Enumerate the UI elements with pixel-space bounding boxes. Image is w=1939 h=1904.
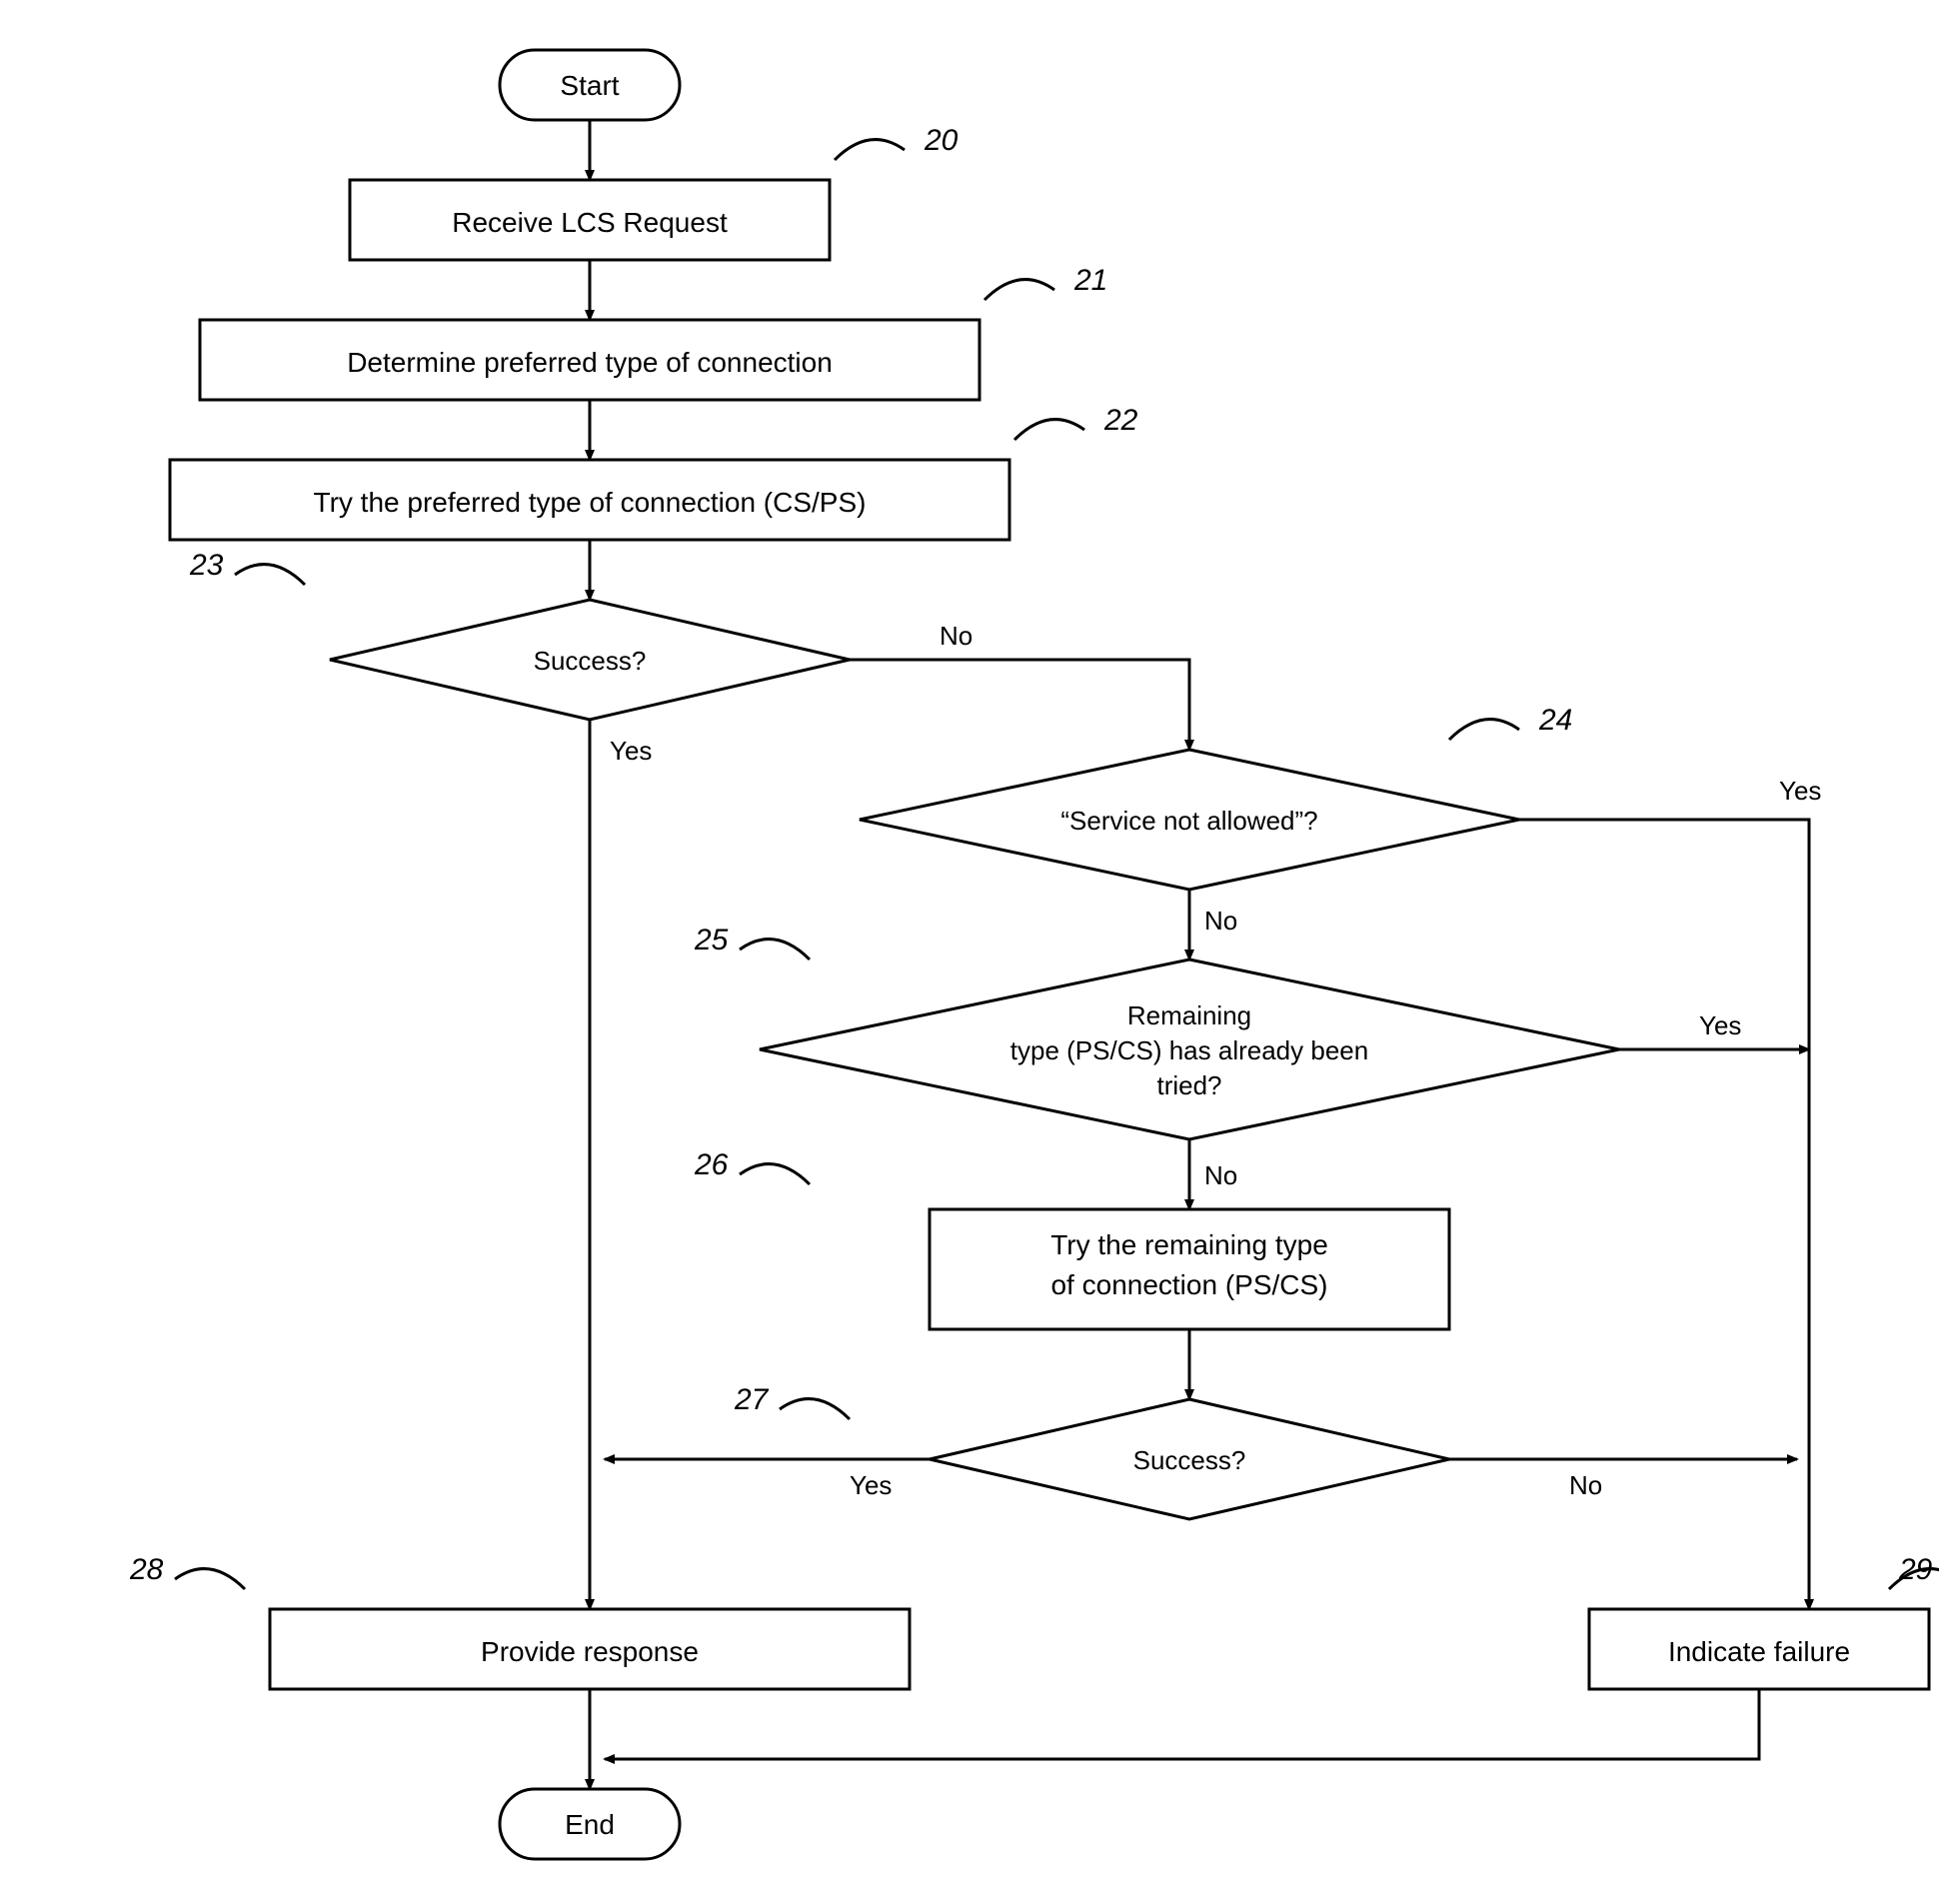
step-22-label: Try the preferred type of connection (CS…: [314, 487, 867, 518]
step-29-label: Indicate failure: [1668, 1636, 1850, 1667]
decision-25-label-l1: Remaining: [1127, 1000, 1251, 1030]
edge-25-no-label: No: [1204, 1160, 1237, 1190]
decision-23-label: Success?: [534, 646, 647, 676]
terminal-end-label: End: [565, 1809, 615, 1840]
ref-curve-20: [835, 140, 905, 160]
decision-25-label-l2: type (PS/CS) has already been: [1010, 1035, 1368, 1065]
ref-curve-28: [175, 1569, 245, 1589]
ref-curve-23: [235, 565, 305, 585]
ref-28: 28: [129, 1553, 164, 1586]
ref-curve-26: [740, 1164, 810, 1184]
edge-23-no-label: No: [940, 621, 972, 651]
step-28-label: Provide response: [481, 1636, 699, 1667]
ref-curve-25: [740, 940, 810, 959]
ref-20: 20: [924, 124, 959, 157]
edge-23-yes-label: Yes: [610, 736, 652, 766]
terminal-start-label: Start: [560, 70, 619, 101]
edge-24-yes-label: Yes: [1779, 776, 1821, 806]
ref-29: 29: [1898, 1553, 1933, 1586]
edge-24-no-label: No: [1204, 906, 1237, 936]
edge-29-to-join: [605, 1689, 1759, 1759]
step-21-label: Determine preferred type of connection: [347, 347, 833, 378]
ref-25: 25: [694, 924, 729, 956]
decision-27-label: Success?: [1133, 1445, 1246, 1475]
ref-24: 24: [1538, 704, 1572, 737]
ref-27: 27: [734, 1383, 770, 1416]
step-26-label-l2: of connection (PS/CS): [1050, 1269, 1327, 1300]
edge-24-yes: [1519, 820, 1809, 1609]
edge-27-yes-label: Yes: [850, 1470, 892, 1500]
ref-21: 21: [1073, 264, 1107, 297]
ref-curve-24: [1449, 720, 1519, 740]
ref-23: 23: [189, 549, 224, 582]
ref-curve-22: [1014, 420, 1084, 440]
edge-25-yes-label: Yes: [1699, 1010, 1741, 1040]
edge-27-no-label: No: [1569, 1470, 1602, 1500]
ref-22: 22: [1103, 404, 1138, 437]
decision-25-label-l3: tried?: [1156, 1070, 1221, 1100]
ref-curve-21: [984, 280, 1054, 300]
step-26-label-l1: Try the remaining type: [1050, 1229, 1328, 1260]
step-20-label: Receive LCS Request: [452, 207, 728, 238]
flowchart-diagram: Start Receive LCS Request 20 Determine p…: [20, 20, 1939, 1884]
edge-23-no: [850, 660, 1189, 750]
ref-26: 26: [694, 1148, 729, 1181]
decision-24-label: “Service not allowed”?: [1060, 806, 1317, 836]
ref-curve-27: [780, 1399, 850, 1419]
